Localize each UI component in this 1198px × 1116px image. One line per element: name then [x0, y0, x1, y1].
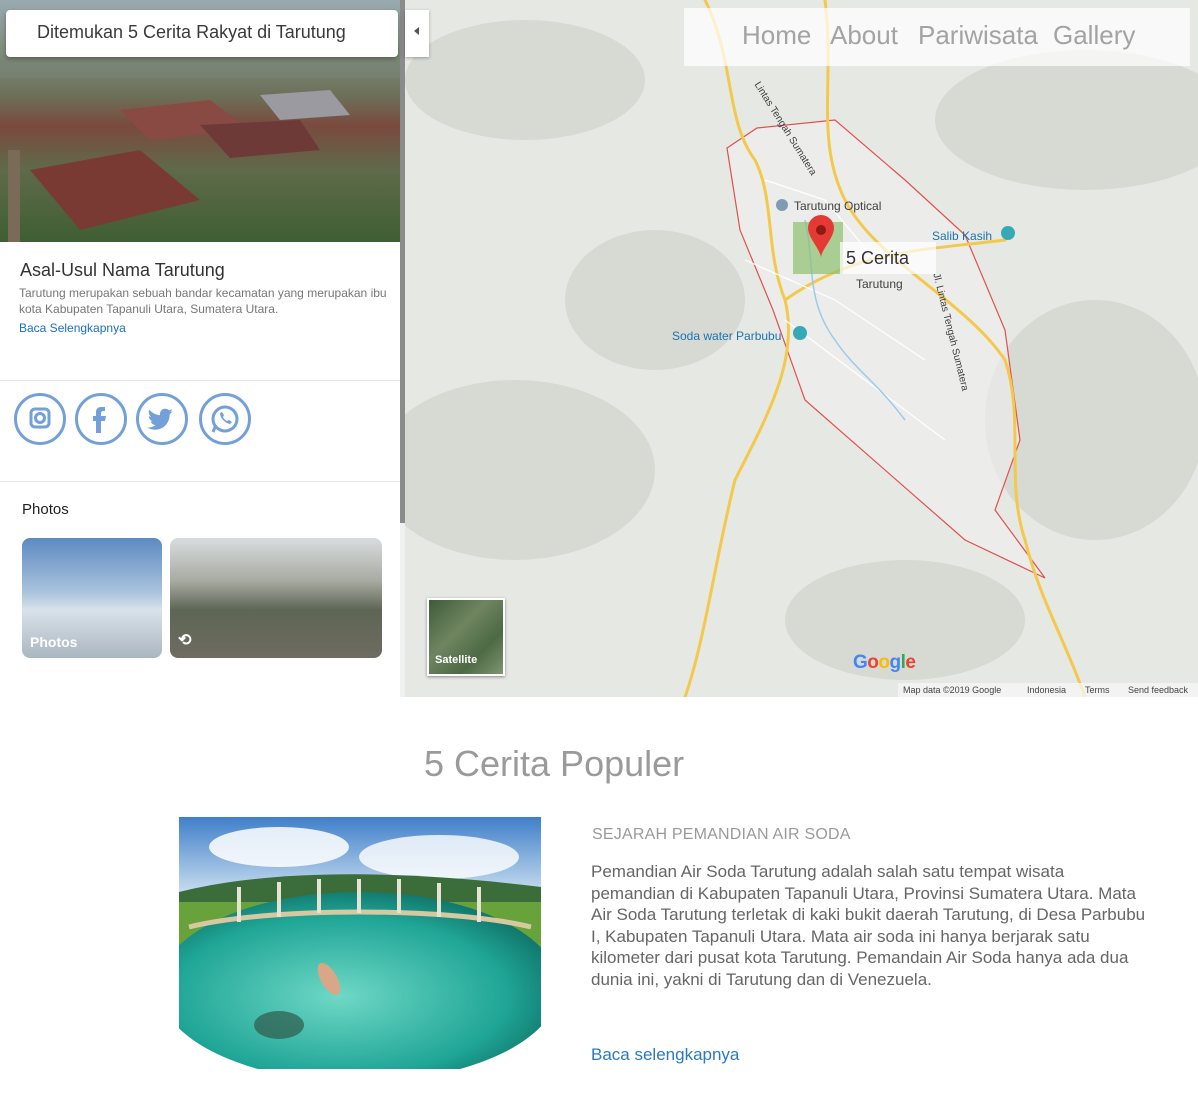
pool-scene	[179, 817, 541, 1069]
map-marker-icon[interactable]	[793, 215, 843, 274]
soda-pin-icon[interactable]	[793, 326, 807, 340]
article-body: Pemandian Air Soda Tarutung adalah salah…	[591, 862, 1146, 989]
marker-label[interactable]: 5 Cerita	[840, 242, 936, 274]
map-label-tarutung: Tarutung	[856, 277, 903, 291]
satellite-label: Satellite	[435, 654, 478, 666]
article-image[interactable]	[179, 817, 541, 1069]
map-label-optical[interactable]: Tarutung Optical	[794, 199, 881, 213]
collapse-panel-button[interactable]	[405, 10, 429, 57]
optical-pin-icon[interactable]	[776, 199, 788, 211]
map-label-soda[interactable]: Soda water Parbubu	[672, 329, 781, 343]
nav-pariwisata[interactable]: Pariwisata	[918, 20, 1038, 51]
divider	[0, 481, 400, 482]
street-view-icon: ⟲	[178, 632, 192, 649]
map-data-credit: Map data ©2019 Google	[903, 685, 1002, 695]
map-feedback-link[interactable]: Send feedback	[1128, 685, 1188, 695]
photo-label: Photos	[30, 634, 78, 650]
place-read-more-link[interactable]: Baca Selengkapnya	[19, 321, 126, 335]
panel-scroll-track[interactable]	[400, 523, 405, 697]
whatsapp-icon[interactable]	[199, 393, 251, 445]
photo-thumbnail[interactable]: Photos	[22, 538, 162, 658]
place-description: Tarutung merupakan sebuah bandar kecamat…	[19, 286, 387, 316]
chevron-left-icon	[414, 27, 419, 35]
side-panel: Asal-Usul Nama Tarutung Tarutung merupak…	[0, 0, 405, 697]
photos-title: Photos	[22, 501, 69, 518]
map-graphics	[405, 0, 1198, 697]
street-view-thumbnail[interactable]: ⟲	[170, 538, 382, 658]
facebook-icon[interactable]	[75, 393, 127, 445]
satellite-toggle[interactable]: Satellite	[427, 598, 505, 676]
map-region[interactable]: Indonesia	[1027, 685, 1066, 695]
article-heading: SEJARAH PEMANDIAN AIR SODA	[592, 826, 851, 843]
article-read-more-link[interactable]: Baca selengkapnya	[591, 1045, 739, 1065]
page: Lintas Tengah Sumatera Tarutung Optical …	[0, 0, 1198, 1116]
nav-about[interactable]: About	[830, 20, 898, 51]
instagram-icon[interactable]	[14, 393, 66, 445]
panel-scrollbar[interactable]	[400, 0, 405, 523]
map-label-salib[interactable]: Salib Kasih	[932, 229, 992, 243]
salib-pin-icon[interactable]	[1001, 226, 1015, 240]
nav-home[interactable]: Home	[742, 20, 811, 51]
twitter-icon[interactable]	[136, 393, 188, 445]
map-terms-link[interactable]: Terms	[1085, 685, 1110, 695]
map-footer: Map data ©2019 Google Indonesia Terms Se…	[898, 683, 1198, 697]
google-logo: Google	[853, 652, 916, 673]
place-title: Asal-Usul Nama Tarutung	[20, 260, 225, 280]
top-nav: Home About Pariwisata Gallery	[684, 8, 1190, 66]
divider	[0, 380, 400, 381]
section-title: 5 Cerita Populer	[424, 743, 685, 784]
search-input[interactable]: Ditemukan 5 Cerita Rakyat di Tarutung	[6, 10, 398, 57]
map-canvas[interactable]: Lintas Tengah Sumatera Tarutung Optical …	[405, 0, 1198, 697]
nav-gallery[interactable]: Gallery	[1053, 20, 1135, 51]
